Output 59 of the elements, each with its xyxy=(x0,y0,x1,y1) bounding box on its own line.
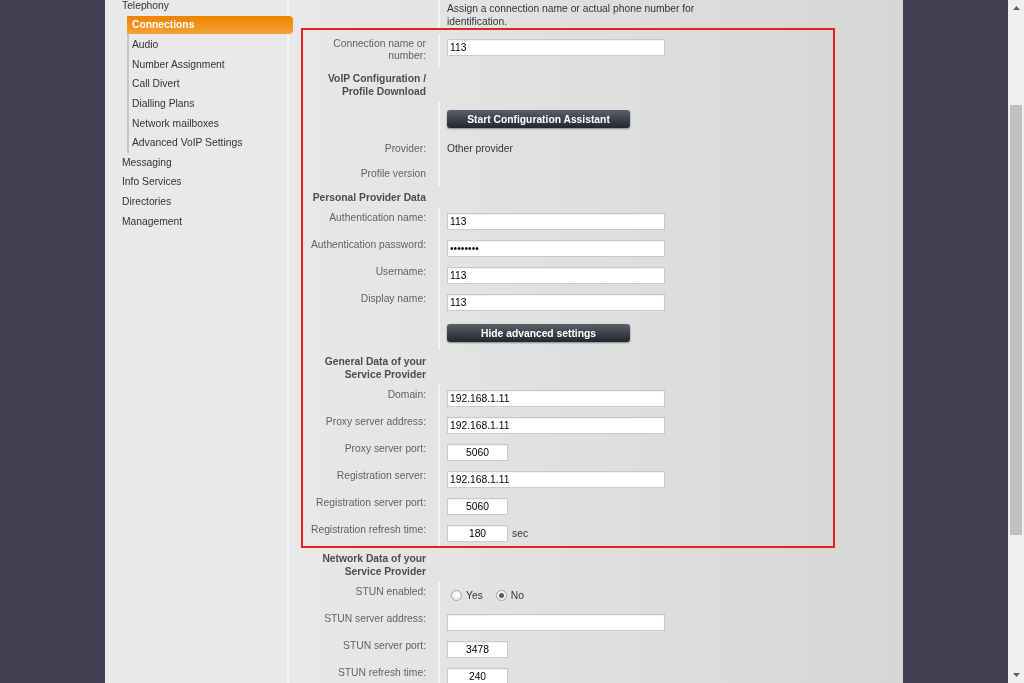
unit-label: sec xyxy=(512,527,529,541)
option-label: No xyxy=(510,589,524,602)
input-field[interactable]: 5060 xyxy=(447,444,508,461)
input-field[interactable]: 240 xyxy=(447,668,508,683)
sidebar-item[interactable]: Telephony xyxy=(105,0,173,16)
field-label: Registration server port: xyxy=(316,497,426,509)
sidebar-item[interactable]: Call Divert xyxy=(129,74,184,94)
input-field[interactable]: 180 xyxy=(447,525,508,542)
input-field[interactable]: 5060 xyxy=(447,498,508,515)
radio-button[interactable] xyxy=(495,590,507,601)
sidebar-item[interactable]: Management xyxy=(105,211,187,232)
field-label: Username: xyxy=(375,266,426,278)
input-field[interactable]: 192.168.1.11 xyxy=(447,417,665,434)
field-label: Display name: xyxy=(360,293,426,305)
input-field[interactable]: •••••••• xyxy=(447,240,665,257)
sidebar-item[interactable]: Info Services xyxy=(105,172,186,192)
input-field[interactable]: 192.168.1.11 xyxy=(447,471,665,488)
section-heading: VoIP Configuration / Profile Download xyxy=(327,72,426,98)
input-field[interactable]: 113 xyxy=(447,213,665,230)
field-label: Connection name or number: xyxy=(332,38,426,62)
scrollbar-thumb[interactable] xyxy=(1010,105,1022,535)
action-button[interactable]: Hide advanced settings xyxy=(447,324,630,342)
field-label: Registration server: xyxy=(336,470,426,482)
sidebar-item[interactable]: Messaging xyxy=(105,152,176,173)
field-label: Provider: xyxy=(384,143,426,155)
field-label: Registration refresh time: xyxy=(310,524,426,536)
field-label: Authentication name: xyxy=(329,212,426,224)
scrollbar[interactable] xyxy=(1008,0,1024,683)
scroll-down-icon[interactable] xyxy=(1012,673,1020,677)
field-label: STUN server port: xyxy=(343,640,426,652)
sidebar-item[interactable]: Number Assignment xyxy=(129,54,229,75)
scroll-up-icon[interactable] xyxy=(1012,6,1020,10)
option-label: Yes xyxy=(466,589,483,602)
radio-button[interactable] xyxy=(451,590,462,601)
field-label: Proxy server port: xyxy=(344,443,426,455)
field-label: Proxy server address: xyxy=(325,416,426,428)
sidebar-item[interactable]: Directories xyxy=(105,191,176,212)
field-label: STUN refresh time: xyxy=(337,667,426,679)
help-text: Assign a connection name or actual phone number for identification. xyxy=(447,2,696,28)
field-label: Authentication password: xyxy=(310,239,426,251)
input-field[interactable]: 3478 xyxy=(447,641,508,658)
sidebar-item[interactable]: Dialling Plans xyxy=(129,93,199,114)
field-label: Profile version xyxy=(360,168,426,180)
field-label: STUN server address: xyxy=(324,613,426,625)
input-field[interactable]: 192.168.1.11 xyxy=(447,390,665,407)
section-heading: Personal Provider Data xyxy=(312,191,426,204)
input-field[interactable] xyxy=(447,614,665,631)
sidebar-item[interactable]: Network mailboxes xyxy=(129,113,223,134)
field-value: Other provider xyxy=(447,143,513,155)
sidebar-item[interactable]: Audio xyxy=(129,35,163,55)
action-button[interactable]: Start Configuration Assistant xyxy=(447,110,630,128)
input-field[interactable]: 113 xyxy=(447,294,665,311)
field-label: STUN enabled: xyxy=(355,586,426,598)
sidebar-item[interactable]: Advanced VoIP Settings xyxy=(129,133,247,153)
section-heading: Network Data of your Service Provider xyxy=(321,552,426,578)
input-field[interactable]: 113 xyxy=(447,39,665,56)
field-label: Domain: xyxy=(387,389,426,401)
input-field[interactable]: 113 xyxy=(447,267,665,284)
section-heading: General Data of your Service Provider xyxy=(323,355,426,381)
